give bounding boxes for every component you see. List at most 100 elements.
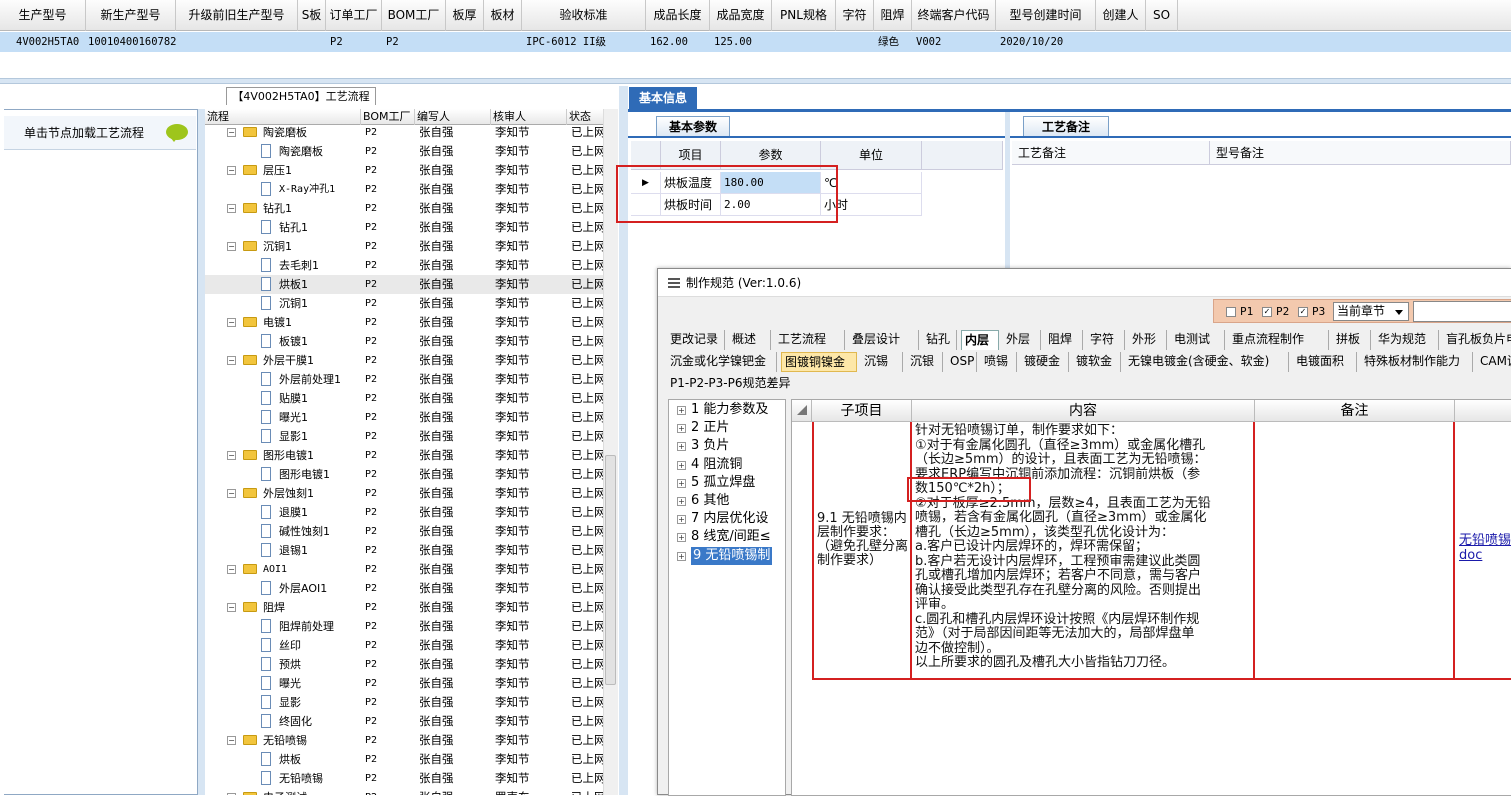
- col-header[interactable]: 升级前旧生产型号: [176, 0, 298, 31]
- tree-row[interactable]: − 钻孔1 P2 张自强 李知节 已上网: [205, 199, 605, 218]
- tree-row[interactable]: 曝光 P2 张自强 李知节 已上网: [205, 674, 605, 693]
- col-header[interactable]: 生产型号: [0, 0, 86, 31]
- row-cell[interactable]: V002: [916, 32, 941, 52]
- tree-row[interactable]: 贴膜1 P2 张自强 李知节 已上网: [205, 389, 605, 408]
- col-header[interactable]: SO: [1146, 0, 1178, 31]
- attachment-link[interactable]: 无铅喷锡 doc: [1455, 422, 1511, 680]
- tree-row[interactable]: −电子测试P2张自强罗声东已上网: [205, 788, 605, 795]
- tree-row[interactable]: 终固化 P2 张自强 李知节 已上网: [205, 712, 605, 731]
- tree-row[interactable]: 钻孔1 P2 张自强 李知节 已上网: [205, 218, 605, 237]
- spec-tab[interactable]: 电镀面积: [1293, 352, 1357, 372]
- col-header[interactable]: 阻焊: [874, 0, 912, 31]
- spec-tab[interactable]: 阻焊: [1045, 330, 1083, 350]
- expand-icon[interactable]: +: [677, 497, 686, 506]
- tree-row[interactable]: 烘板1 P2 张自强 李知节 已上网: [205, 275, 605, 294]
- spec-tab[interactable]: 盲孔板负片电镀: [1443, 330, 1511, 350]
- spec-tab[interactable]: 重点流程制作: [1229, 330, 1329, 350]
- spec-row[interactable]: 9.1 无铅喷锡内层制作要求：（避免孔壁分离制作要求） 针对无铅喷锡订单，制作要…: [812, 422, 1511, 680]
- spec-tab[interactable]: 沉锡: [861, 352, 903, 372]
- spec-tab[interactable]: CAM调单制: [1477, 352, 1511, 372]
- collapse-icon[interactable]: −: [227, 565, 236, 574]
- tree-row[interactable]: 预烘 P2 张自强 李知节 已上网: [205, 655, 605, 674]
- chapter-item[interactable]: +7 内层优化设: [669, 510, 787, 528]
- spec-tab[interactable]: OSP: [947, 352, 977, 372]
- expand-icon[interactable]: +: [677, 515, 686, 525]
- expand-icon[interactable]: +: [677, 460, 686, 470]
- spec-tab[interactable]: 钻孔: [923, 330, 957, 350]
- collapse-icon[interactable]: −: [227, 736, 236, 745]
- tree-row[interactable]: 阻焊前处理 P2 张自强 李知节 已上网: [205, 617, 605, 636]
- spec-tab[interactable]: 拼板: [1333, 330, 1371, 350]
- spec-tab[interactable]: 镀软金: [1073, 352, 1121, 372]
- chapter-item[interactable]: +2 正片: [669, 419, 787, 437]
- spec-tab[interactable]: 沉金或化学镍钯金: [667, 352, 777, 372]
- expand-icon[interactable]: +: [677, 551, 686, 561]
- spec-tab[interactable]: 喷锡: [981, 352, 1017, 372]
- chapter-item[interactable]: +6 其他: [669, 492, 787, 510]
- chapter-select[interactable]: 当前章节: [1333, 302, 1409, 321]
- collapse-icon[interactable]: −: [227, 128, 236, 137]
- col-header[interactable]: BOM工厂: [382, 0, 446, 31]
- expand-icon[interactable]: +: [677, 406, 686, 415]
- col-header[interactable]: S板: [298, 0, 326, 31]
- tree-row[interactable]: − AOI1 P2 张自强 李知节 已上网: [205, 560, 605, 579]
- splitter-horizontal[interactable]: [0, 78, 1511, 84]
- row-cell[interactable]: 绿色: [878, 32, 899, 52]
- splitter-left[interactable]: [198, 109, 205, 795]
- tree-row[interactable]: 碱性蚀刻1 P2 张自强 李知节 已上网: [205, 522, 605, 541]
- spec-tab[interactable]: 更改记录: [667, 330, 725, 350]
- row-cell[interactable]: P2: [386, 32, 399, 52]
- spec-tab[interactable]: 字符: [1087, 330, 1125, 350]
- p1-checkbox[interactable]: [1226, 307, 1236, 317]
- row-cell[interactable]: IPC-6012 II级: [526, 32, 606, 52]
- col-header[interactable]: 板材: [484, 0, 522, 31]
- row-cell[interactable]: 162.00: [650, 32, 688, 52]
- tree-row[interactable]: 图形电镀1 P2 张自强 李知节 已上网: [205, 465, 605, 484]
- collapse-icon[interactable]: −: [227, 204, 236, 213]
- spec-tab[interactable]: 特殊板材制作能力: [1361, 352, 1473, 372]
- tree-row[interactable]: − 沉铜1 P2 张自强 李知节 已上网: [205, 237, 605, 256]
- spec-tab[interactable]: 无镍电镀金(含硬金、软金): [1125, 352, 1289, 372]
- search-input[interactable]: [1413, 301, 1511, 322]
- p2-checkbox[interactable]: ✓: [1262, 307, 1272, 317]
- row-cell[interactable]: 4V002H5TA0: [16, 32, 79, 52]
- col-header[interactable]: 新生产型号: [86, 0, 176, 31]
- spec-tab[interactable]: P1-P2-P3-P6规范差异: [667, 374, 790, 394]
- collapse-icon[interactable]: −: [227, 242, 236, 251]
- collapse-icon[interactable]: −: [227, 356, 236, 365]
- tree-row[interactable]: 去毛刺1 P2 张自强 李知节 已上网: [205, 256, 605, 275]
- spec-tab[interactable]: 外层: [1003, 330, 1041, 350]
- tree-row[interactable]: 显影1 P2 张自强 李知节 已上网: [205, 427, 605, 446]
- tree-row[interactable]: 陶瓷磨板 P2 张自强 李知节 已上网: [205, 142, 605, 161]
- spec-tab[interactable]: 电测试: [1171, 330, 1225, 350]
- tree-row[interactable]: 退膜1 P2 张自强 李知节 已上网: [205, 503, 605, 522]
- col-header[interactable]: 成品宽度: [710, 0, 772, 31]
- spec-tab[interactable]: 沉银: [907, 352, 943, 372]
- tree-row[interactable]: 丝印 P2 张自强 李知节 已上网: [205, 636, 605, 655]
- spec-tab[interactable]: 图镀铜镍金: [781, 352, 857, 372]
- spec-tab[interactable]: 内层: [961, 330, 999, 350]
- collapse-icon[interactable]: −: [227, 166, 236, 175]
- tree-row[interactable]: − 无铅喷锡 P2 张自强 李知节 已上网: [205, 731, 605, 750]
- col-header[interactable]: 字符: [836, 0, 874, 31]
- tree-row[interactable]: 烘板 P2 张自强 李知节 已上网: [205, 750, 605, 769]
- expand-icon[interactable]: +: [677, 442, 686, 452]
- spec-tab[interactable]: 叠层设计: [849, 330, 919, 350]
- tree-row[interactable]: 曝光1 P2 张自强 李知节 已上网: [205, 408, 605, 427]
- expand-icon[interactable]: +: [677, 424, 686, 434]
- col-header[interactable]: 板厚: [446, 0, 484, 31]
- tree-row[interactable]: 无铅喷锡 P2 张自强 李知节 已上网: [205, 769, 605, 788]
- tree-row[interactable]: − 图形电镀1 P2 张自强 李知节 已上网: [205, 446, 605, 465]
- col-header[interactable]: PNL规格: [772, 0, 836, 31]
- spec-tab[interactable]: 镀硬金: [1021, 352, 1069, 372]
- row-cell[interactable]: 125.00: [714, 32, 752, 52]
- attachment-link-line[interactable]: 无铅喷锡: [1459, 533, 1511, 548]
- expand-icon[interactable]: +: [677, 533, 686, 543]
- col-header[interactable]: 订单工厂: [326, 0, 382, 31]
- chapter-item[interactable]: +3 负片: [669, 437, 787, 455]
- tree-row[interactable]: − 外层干膜1 P2 张自强 李知节 已上网: [205, 351, 605, 370]
- tree-row[interactable]: 板镀1 P2 张自强 李知节 已上网: [205, 332, 605, 351]
- tree-row[interactable]: 沉铜1 P2 张自强 李知节 已上网: [205, 294, 605, 313]
- spec-tab[interactable]: 工艺流程: [775, 330, 845, 350]
- process-flow-tab[interactable]: 【4V002H5TA0】工艺流程: [226, 87, 376, 105]
